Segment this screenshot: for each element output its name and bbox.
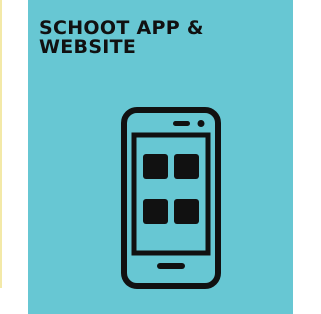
left-accent-line: [0, 0, 2, 288]
smartphone-apps-icon: [121, 107, 221, 289]
feature-card[interactable]: SCHOOT APP & WEBSITE: [28, 0, 293, 314]
card-title: SCHOOT APP & WEBSITE: [39, 17, 204, 58]
